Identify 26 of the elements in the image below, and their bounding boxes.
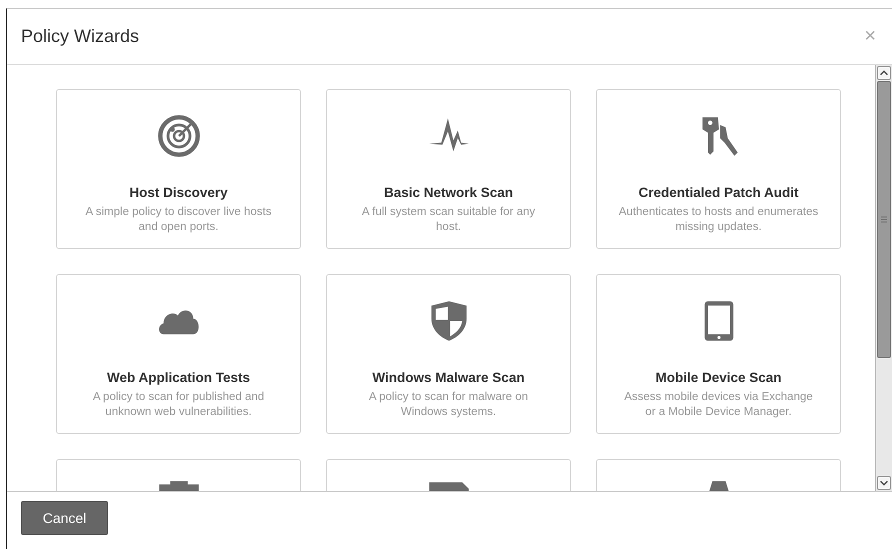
wizard-card[interactable]: Mobile Device Scan Assess mobile devices via Exchange or a Mobile Device Manager. [596,274,841,434]
wizard-card[interactable]: Host Discovery A simple policy to discover live hosts and open ports. [56,89,301,249]
wizard-title: Mobile Device Scan [655,370,782,385]
wizard-description: A policy to scan for malware on Windows systems. [368,390,530,420]
wizard-description: A simple policy to discover live hosts and open ports. [84,205,272,235]
scroll-down-icon[interactable] [877,476,891,490]
cancel-button[interactable]: Cancel [21,500,108,534]
wizard-title: Host Discovery [129,185,228,200]
wizard-title: Credentialed Patch Audit [638,185,799,200]
wizard-title: Basic Network Scan [384,185,514,200]
wizard-card[interactable]: Windows Malware Scan A policy to scan for malware on Windows systems. [326,274,571,434]
wizard-description: A policy to scan for published and unknown web vulnerabilities. [92,390,266,420]
scrollbar[interactable] [875,65,892,491]
wizard-description: Authenticates to hosts and enumerates missing updates. [618,205,818,235]
scroll-up-icon[interactable] [877,66,891,80]
wizard-card[interactable]: Basic Network Scan A full system scan suitable for any host. [326,89,571,249]
scrollbar-thumb[interactable] [877,81,891,358]
wizard-description: Assess mobile devices via Exchange or a Mobile Device Manager. [623,390,814,420]
wizard-title: Web Application Tests [106,370,250,385]
radar-icon [156,114,200,158]
wizard-description: A full system scan suitable for any host. [360,205,536,235]
grip-icon [881,216,887,223]
wizard-card[interactable]: Web Application Tests A policy to scan for published and unknown web vulnerabilities. [56,274,301,434]
dialog-title: Policy Wizards [21,26,140,47]
wizard-title: Windows Malware Scan [372,370,525,385]
wizard-card[interactable]: Credentialed Patch Audit Authenticates to hosts and enumerates missing updates. [596,89,841,249]
